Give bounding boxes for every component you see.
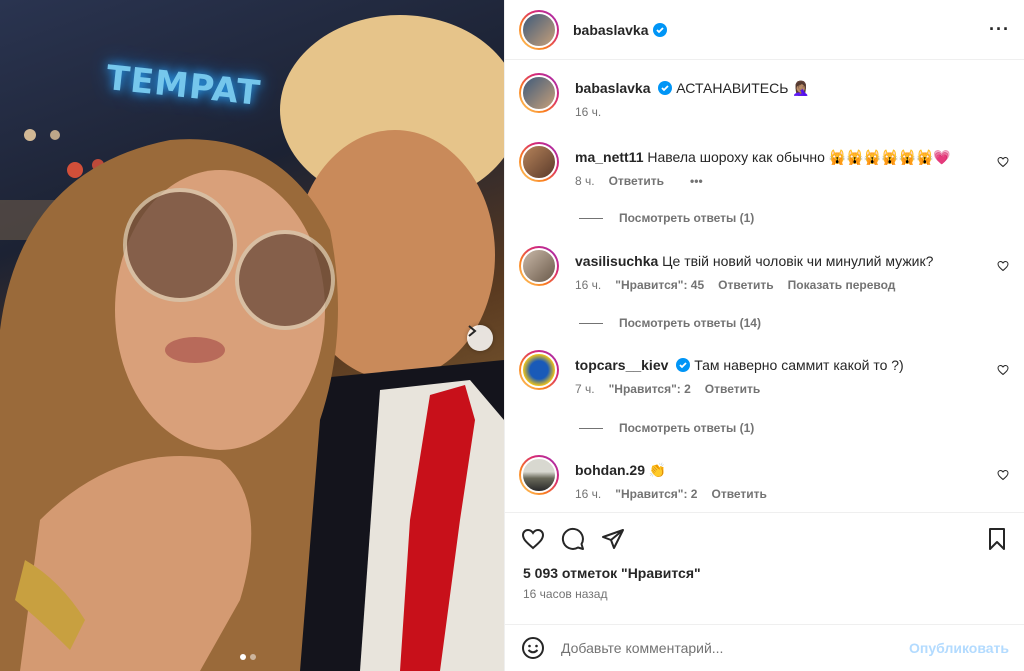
post-side-panel: babaslavka ··· babaslavka АСТАНАВИТЕСЬ 🤦…	[504, 0, 1024, 671]
comment-time: 8 ч.	[575, 174, 595, 188]
like-comment-icon[interactable]	[997, 260, 1009, 272]
carousel-dot-1	[240, 654, 246, 660]
verified-badge-icon	[676, 358, 691, 372]
comments-list: babaslavka АСТАНАВИТЕСЬ 🤦🏽‍♀️ 16 ч. ma_n…	[505, 60, 1024, 512]
reply-button[interactable]: Ответить	[609, 174, 664, 188]
comment-username[interactable]: vasilisuchka	[575, 253, 658, 269]
avatar[interactable]	[519, 73, 559, 113]
comment-input[interactable]: Добавьте комментарий...	[561, 640, 909, 656]
avatar[interactable]	[519, 350, 559, 390]
comment-text: Навела шороху как обычно 🙀🙀🙀🙀🙀🙀💗	[647, 149, 951, 165]
avatar[interactable]	[519, 9, 559, 50]
verified-badge-icon	[652, 22, 667, 37]
comment-time: 16 ч.	[575, 487, 602, 501]
comment-text: Там наверно саммит какой то ?)	[694, 357, 904, 373]
avatar[interactable]	[519, 455, 559, 495]
post-header: babaslavka ···	[505, 0, 1024, 60]
show-translation-button[interactable]: Показать перевод	[788, 278, 896, 292]
comment-text: Це твій новий чоловік чи минулий мужик?	[662, 253, 934, 269]
verified-badge-icon	[658, 81, 673, 95]
comment-username[interactable]: ma_nett11	[575, 149, 643, 165]
like-comment-icon[interactable]	[997, 364, 1009, 376]
comment-text: 👏	[648, 462, 667, 478]
avatar[interactable]	[519, 246, 559, 286]
comment-more-icon[interactable]: •••	[690, 174, 703, 188]
view-replies-button[interactable]: Посмотреть ответы (1)	[579, 211, 754, 225]
post-actions: 5 093 отметок "Нравится" 16 часов назад	[505, 512, 1024, 620]
emoji-icon[interactable]	[521, 636, 545, 660]
caption-username[interactable]: babaslavka	[575, 80, 651, 96]
comment-likes[interactable]: "Нравится": 2	[609, 382, 691, 396]
like-icon[interactable]	[521, 527, 545, 551]
post-timestamp: 16 часов назад	[523, 587, 608, 601]
carousel-next-button[interactable]	[467, 325, 493, 351]
like-comment-icon[interactable]	[997, 156, 1009, 168]
carousel-dots	[240, 654, 256, 660]
bookmark-icon[interactable]	[985, 527, 1009, 551]
avatar[interactable]	[519, 142, 559, 182]
view-replies-button[interactable]: Посмотреть ответы (14)	[579, 316, 761, 330]
reply-button[interactable]: Ответить	[705, 382, 760, 396]
author-username[interactable]: babaslavka	[573, 22, 649, 38]
view-replies-button[interactable]: Посмотреть ответы (1)	[579, 421, 754, 435]
comment-username[interactable]: bohdan.29	[575, 462, 645, 478]
comment-composer: Добавьте комментарий... Опубликовать	[505, 624, 1024, 671]
comment-likes[interactable]: "Нравится": 2	[615, 487, 697, 501]
caption-time: 16 ч.	[575, 105, 602, 119]
comment-username[interactable]: topcars__kiev	[575, 357, 668, 373]
post-comment-button[interactable]: Опубликовать	[909, 640, 1009, 656]
comment-icon[interactable]	[561, 527, 585, 551]
chevron-right-icon	[468, 325, 477, 337]
like-comment-icon[interactable]	[997, 469, 1009, 481]
more-options-icon[interactable]: ···	[989, 19, 1010, 40]
caption-text: АСТАНАВИТЕСЬ 🤦🏽‍♀️	[676, 80, 810, 96]
post-photo[interactable]: TEMPAT	[0, 0, 504, 671]
reply-button[interactable]: Ответить	[711, 487, 766, 501]
likes-count[interactable]: 5 093 отметок "Нравится"	[523, 565, 1024, 581]
comment-likes[interactable]: "Нравится": 45	[615, 278, 704, 292]
carousel-dot-2	[250, 654, 256, 660]
comment-time: 16 ч.	[575, 278, 602, 292]
reply-button[interactable]: Ответить	[718, 278, 773, 292]
comment-time: 7 ч.	[575, 382, 595, 396]
share-icon[interactable]	[601, 527, 625, 551]
